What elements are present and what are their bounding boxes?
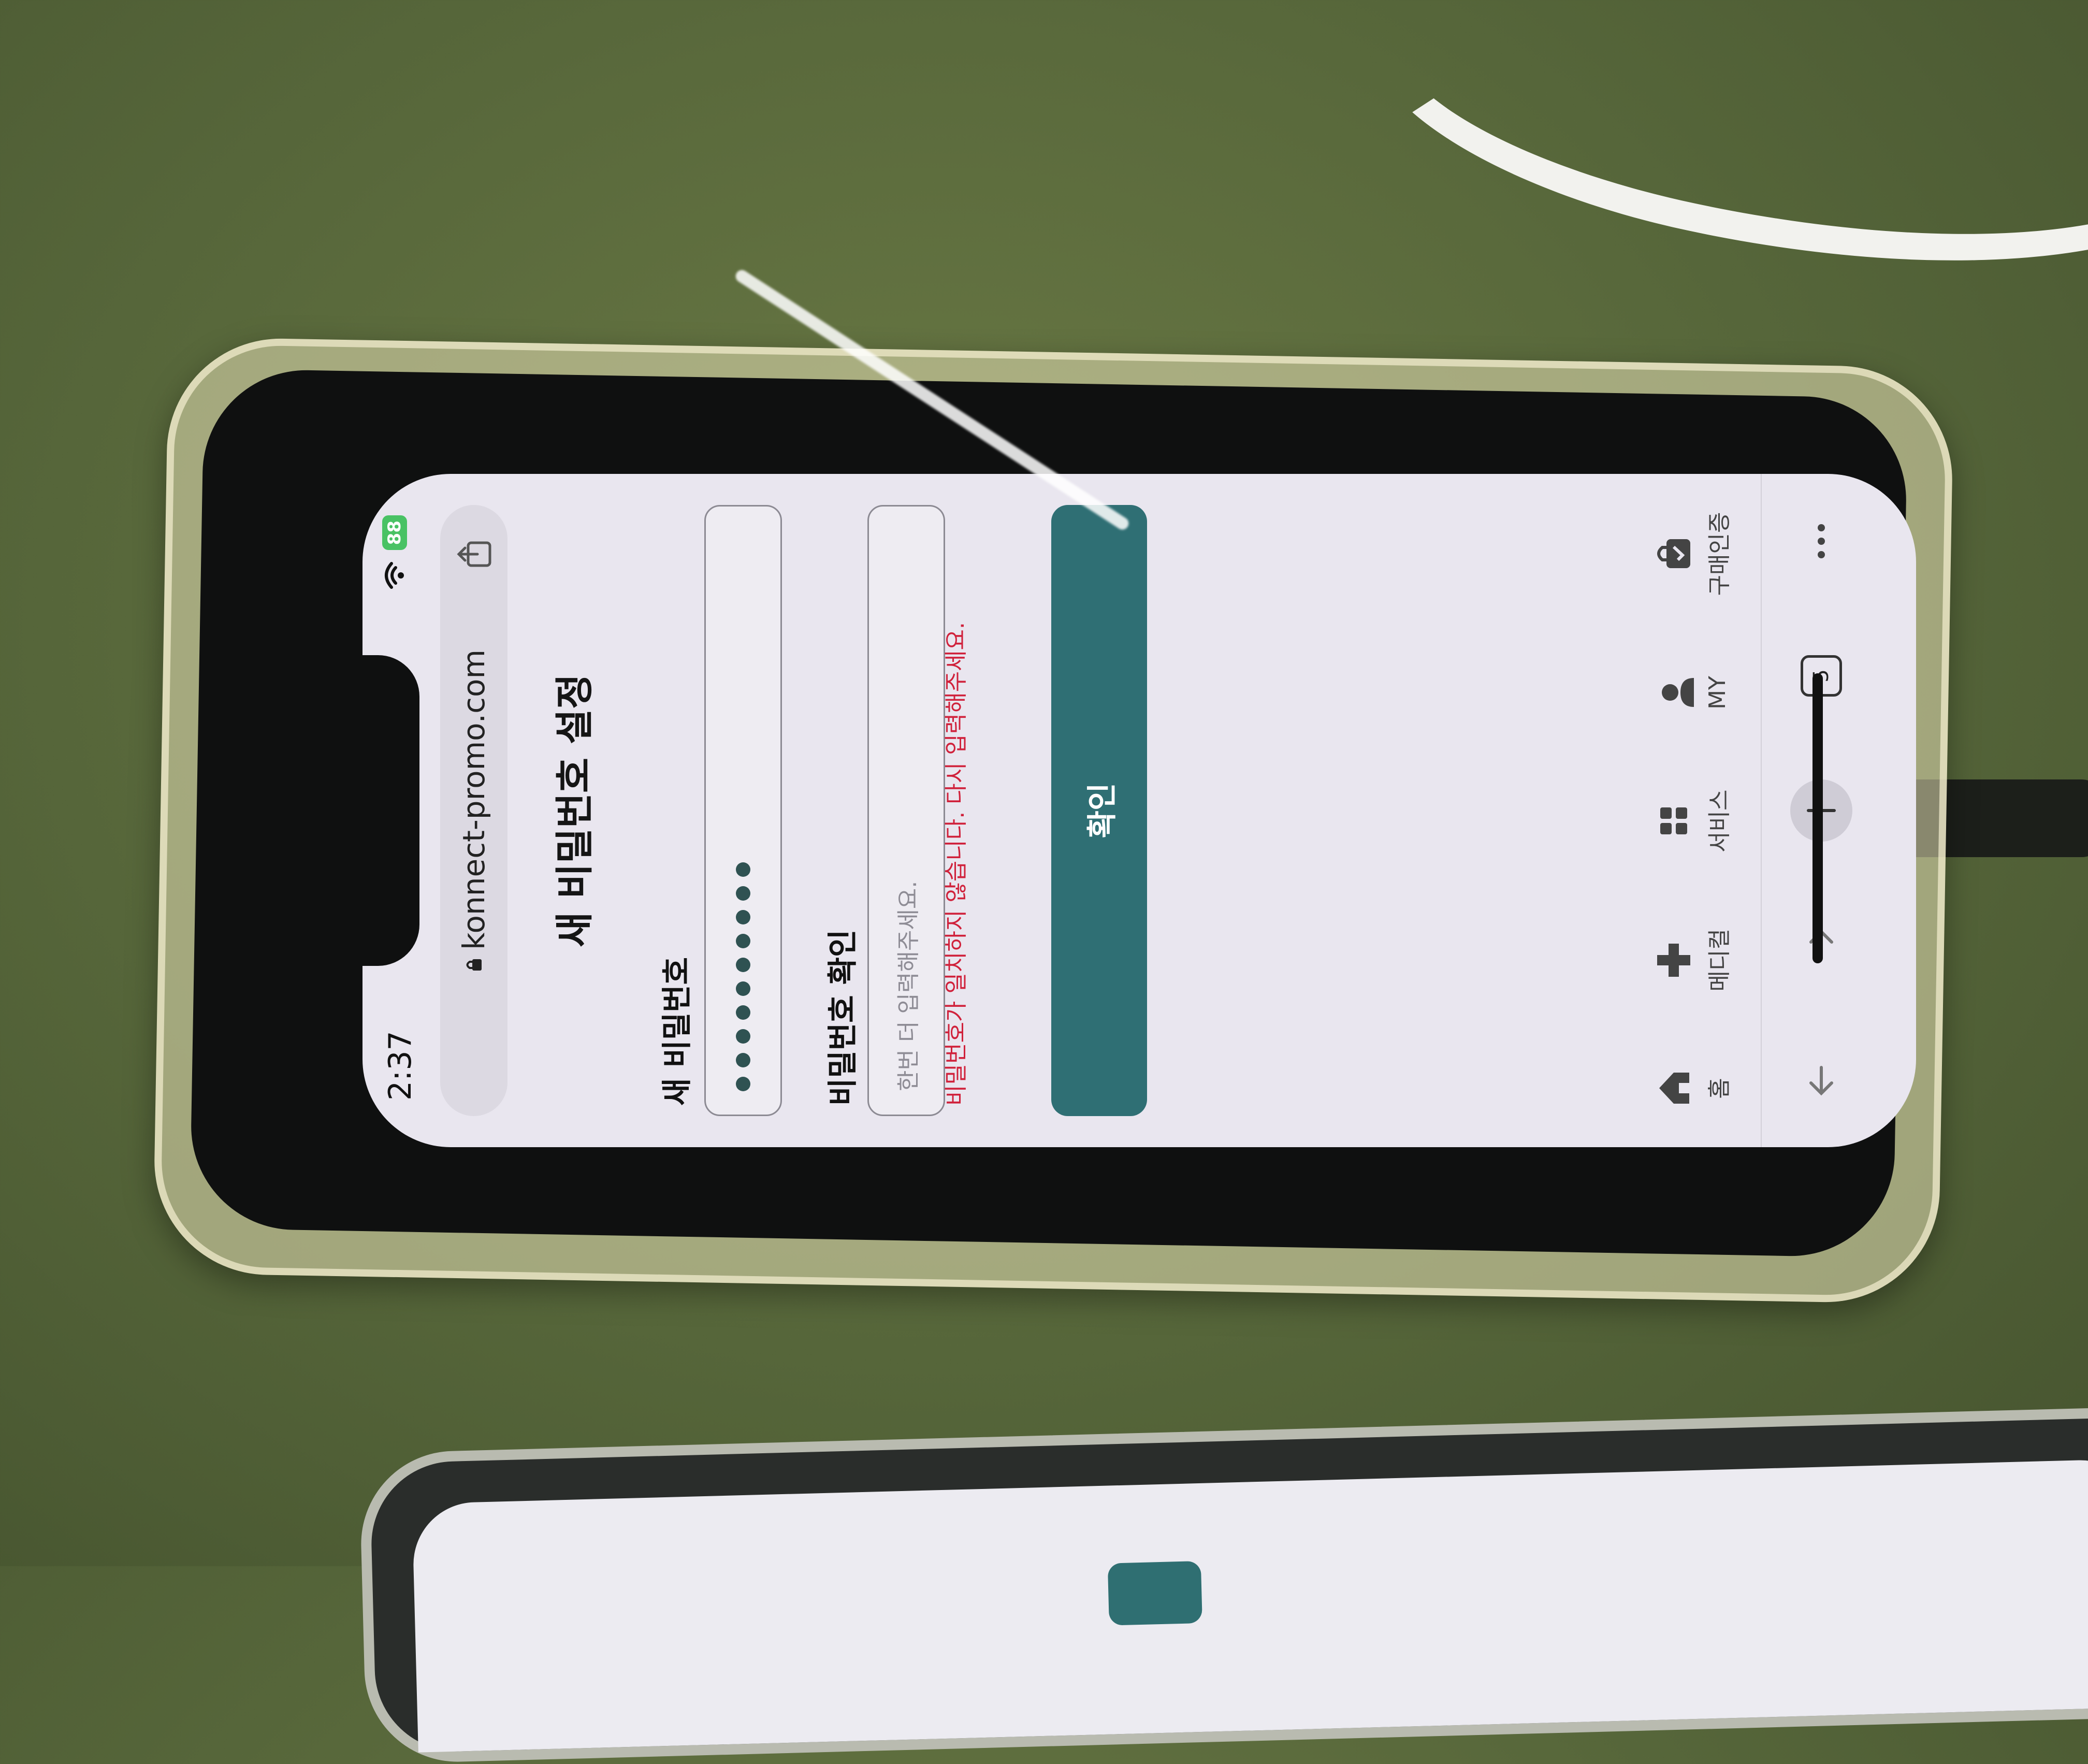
nav-label: 홈 bbox=[1706, 1078, 1733, 1099]
battery-indicator: 88 bbox=[382, 515, 407, 551]
nav-label: 구매인증 bbox=[1706, 512, 1733, 596]
person-icon bbox=[1661, 678, 1694, 707]
white-cable bbox=[1343, 0, 2088, 341]
password-dot bbox=[736, 1029, 750, 1044]
back-button[interactable] bbox=[1790, 1049, 1852, 1111]
second-phone-screen bbox=[412, 1458, 2088, 1753]
password-dot bbox=[736, 934, 750, 948]
nav-item-service[interactable]: 서비스 bbox=[1653, 790, 1734, 852]
status-indicators: 88 bbox=[382, 515, 407, 589]
lock-icon bbox=[466, 959, 482, 971]
page-title: 새 비밀번호 설정 bbox=[553, 673, 597, 948]
notch bbox=[363, 655, 419, 966]
password-dot bbox=[736, 862, 750, 877]
nav-label: 메디컬 bbox=[1706, 929, 1733, 992]
share-icon[interactable] bbox=[440, 533, 508, 570]
password-dot bbox=[736, 1005, 750, 1020]
bottom-nav: 홈 메디컬 서비스 MY 구매인증 bbox=[1636, 474, 1750, 1147]
confirm-password-placeholder: 한번 더 입력해주세요. bbox=[895, 880, 922, 1091]
shopping-bag-icon bbox=[1657, 539, 1690, 569]
arrow-left-icon bbox=[1809, 1066, 1833, 1096]
new-password-label: 새 비밀번호 bbox=[659, 957, 694, 1106]
phone-screen: 2:37 88 konnect-promo.com 새 비밀번호 설정 새 비밀… bbox=[363, 474, 1916, 1147]
second-phone bbox=[358, 1405, 2088, 1764]
second-phone-button bbox=[1107, 1560, 1202, 1626]
status-time: 2:37 bbox=[382, 1031, 418, 1101]
medical-cross-icon bbox=[1657, 943, 1690, 977]
confirm-button[interactable]: 확인 bbox=[1051, 505, 1147, 1116]
more-button[interactable] bbox=[1790, 510, 1852, 572]
password-dot bbox=[736, 958, 750, 972]
nav-label: 서비스 bbox=[1706, 789, 1733, 852]
more-dots-icon bbox=[1818, 524, 1825, 558]
password-dot bbox=[736, 981, 750, 996]
nav-item-home[interactable]: 홈 bbox=[1653, 1067, 1734, 1109]
password-dot bbox=[736, 1077, 750, 1091]
home-indicator bbox=[1813, 673, 1823, 963]
password-dot bbox=[736, 910, 750, 924]
nav-item-my[interactable]: MY bbox=[1657, 672, 1731, 713]
home-icon bbox=[1659, 1073, 1689, 1104]
grid-icon bbox=[1660, 807, 1687, 835]
new-password-field[interactable] bbox=[704, 505, 782, 1116]
nav-item-purchase-auth[interactable]: 구매인증 bbox=[1653, 512, 1734, 596]
error-message: 비밀번호가 일치하지 않습니다. 다시 입력해주세요. bbox=[943, 622, 969, 1106]
wifi-icon bbox=[385, 562, 404, 589]
password-dot bbox=[736, 1053, 750, 1067]
confirm-password-field[interactable]: 한번 더 입력해주세요. bbox=[867, 505, 945, 1116]
confirm-password-label: 비밀번호 확인 bbox=[825, 929, 860, 1106]
password-dot bbox=[736, 886, 750, 901]
nav-item-medical[interactable]: 메디컬 bbox=[1653, 929, 1734, 991]
address-bar[interactable]: konnect-promo.com bbox=[440, 505, 508, 1116]
password-mask bbox=[736, 862, 750, 1091]
nav-label: MY bbox=[1704, 676, 1731, 710]
url-text: konnect-promo.com bbox=[456, 649, 491, 950]
